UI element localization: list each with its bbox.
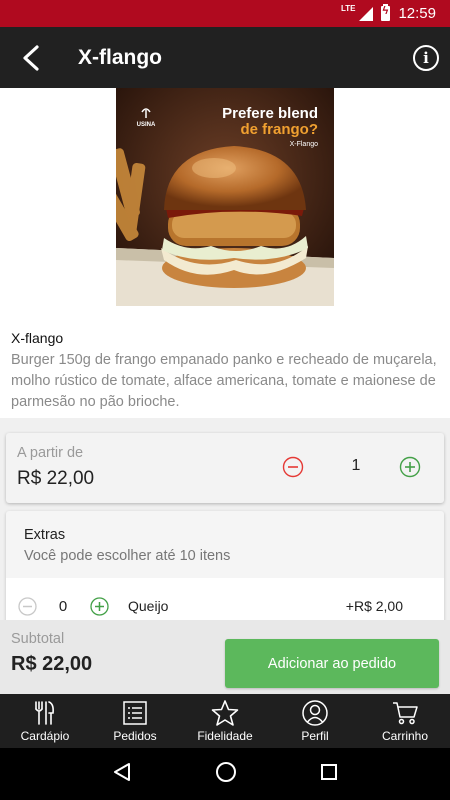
image-headline-2: de frango? [241, 121, 319, 138]
plus-circle-icon [90, 597, 109, 616]
logo-text: USINA [137, 122, 156, 128]
extra-name: Queijo [128, 598, 169, 614]
burger-photo: Prefere blend de frango? X-Flango USINA [116, 88, 334, 306]
info-button[interactable]: i [413, 44, 439, 71]
back-button[interactable] [0, 27, 64, 88]
network-type: LTE [340, 4, 356, 13]
status-bar: LTE 12:59 [0, 0, 450, 27]
star-icon [211, 700, 239, 726]
system-home-button[interactable] [215, 761, 237, 788]
extras-card: Extras Você pode escolher até 10 itens 0… [6, 511, 444, 620]
battery-icon [381, 4, 391, 21]
product-info: X-flango Burger 150g de frango empanado … [0, 306, 450, 432]
nav-item-fidelidade[interactable]: Fidelidade [180, 694, 270, 748]
minus-circle-icon [18, 597, 37, 616]
nav-item-cardapio[interactable]: Cardápio [0, 694, 90, 748]
profile-icon [302, 700, 328, 726]
nav-label: Cardápio [20, 729, 70, 743]
nav-item-perfil[interactable]: Perfil [270, 694, 360, 748]
cutlery-icon [35, 701, 54, 725]
square-recents-icon [321, 763, 338, 780]
nav-item-pedidos[interactable]: Pedidos [90, 694, 180, 748]
quantity-value: 1 [351, 457, 361, 474]
clock: 12:59 [398, 5, 436, 22]
extra-increase-button[interactable] [90, 597, 109, 620]
price-card: A partir de R$ 22,00 1 [6, 433, 444, 503]
app-bar: X-flango i [0, 27, 450, 88]
extras-title: Extras [24, 527, 66, 543]
product-name: X-flango [11, 330, 64, 346]
image-subtitle: X-Flango [290, 141, 319, 148]
list-icon [123, 701, 147, 725]
nav-label: Carrinho [381, 729, 429, 743]
minus-circle-icon [282, 456, 304, 478]
nav-label: Pedidos [113, 729, 157, 743]
increase-quantity-button[interactable] [399, 456, 421, 483]
extras-subtitle: Você pode escolher até 10 itens [24, 548, 231, 564]
extra-item-row: 0 Queijo +R$ 2,00 [6, 578, 444, 620]
product-detail: Prefere blend de frango? X-Flango USINA … [0, 88, 450, 620]
page-title: X-flango [78, 45, 162, 69]
extra-price: +R$ 2,00 [345, 598, 403, 614]
image-headline-1: Prefere blend [222, 105, 318, 122]
circle-home-icon [215, 761, 236, 782]
product-description: Burger 150g de frango empanado panko e r… [11, 352, 437, 410]
from-label: A partir de [17, 445, 84, 461]
info-icon: i [423, 48, 429, 67]
triangle-back-icon [113, 762, 130, 781]
extra-decrease-button[interactable] [18, 597, 37, 620]
bottom-navigation: Cardápio Pedidos Fidelidade Perfil Carri… [0, 694, 450, 748]
nav-label: Fidelidade [197, 729, 253, 743]
add-to-order-button[interactable]: Adicionar ao pedido [225, 639, 439, 688]
plus-circle-icon [399, 456, 421, 478]
decrease-quantity-button[interactable] [282, 456, 304, 483]
subtotal-label: Subtotal [11, 631, 65, 647]
system-back-button[interactable] [112, 762, 132, 787]
order-footer: Subtotal R$ 22,00 Adicionar ao pedido [0, 620, 450, 694]
subtotal-value: R$ 22,00 [11, 653, 93, 675]
price-value: R$ 22,00 [17, 468, 95, 489]
product-image: Prefere blend de frango? X-Flango USINA [116, 88, 334, 306]
system-navigation [0, 748, 450, 800]
nav-label: Perfil [301, 729, 329, 743]
arrow-left-icon [23, 44, 39, 71]
extra-quantity: 0 [58, 598, 68, 615]
nav-item-carrinho[interactable]: Carrinho [360, 694, 450, 748]
system-recents-button[interactable] [320, 763, 338, 786]
cart-icon [393, 702, 418, 725]
signal-icon [359, 6, 374, 21]
